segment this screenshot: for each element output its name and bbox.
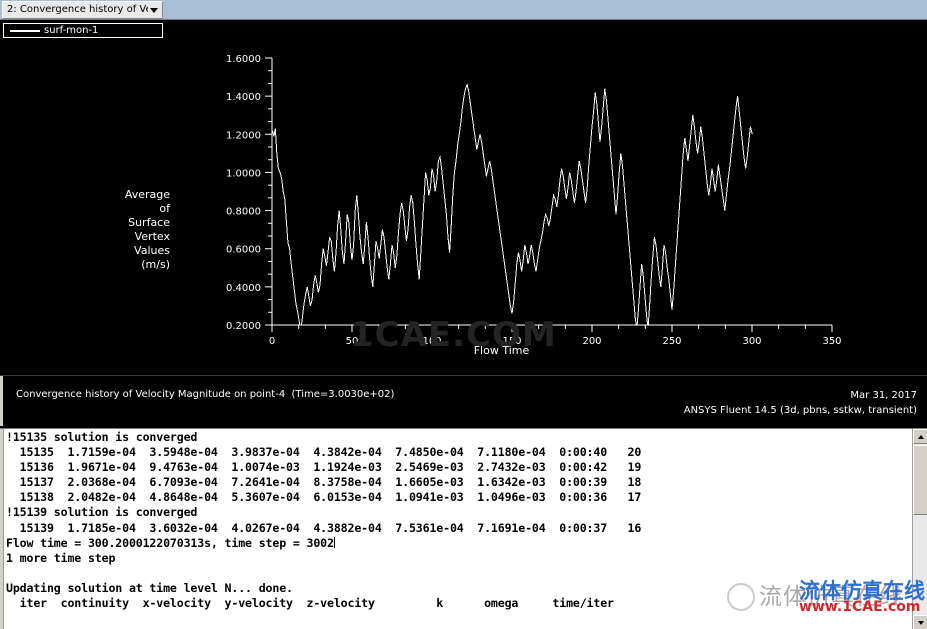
svg-text:1.6000: 1.6000 xyxy=(226,54,261,65)
console-line: Flow time = 300.2000122070313s, time ste… xyxy=(6,535,335,550)
console-caret xyxy=(333,536,335,548)
chevron-down-icon[interactable] xyxy=(148,3,160,17)
plot-footer: Convergence history of Velocity Magnitud… xyxy=(0,375,927,426)
svg-text:0.4000: 0.4000 xyxy=(226,283,261,294)
graphics-area[interactable]: surf-mon-1 Average of Surface Vertex Val… xyxy=(0,20,927,375)
convergence-plot: 0.2000 0.4000 0.6000 0.8000 1.0000 1.2000 1.40… xyxy=(226,54,842,347)
scroll-up-button[interactable] xyxy=(913,429,927,444)
svg-text:0.2000: 0.2000 xyxy=(226,321,261,332)
plot-axes xyxy=(271,58,832,326)
svg-text:0.8000: 0.8000 xyxy=(226,207,261,218)
console-line: iter continuity x-velocity y-velocity z-… xyxy=(6,596,614,611)
x-axis-title: Flow Time xyxy=(0,344,927,357)
svg-text:1.2000: 1.2000 xyxy=(226,130,261,141)
series-surf-mon-1 xyxy=(272,83,753,325)
graphics-window-selector[interactable]: 2: Convergence history of Ve xyxy=(2,1,163,19)
console-line: 15135 1.7159e-04 3.5948e-04 3.9837e-04 4… xyxy=(6,445,642,460)
console-left-rail xyxy=(0,429,4,629)
footer-left-edge xyxy=(0,376,3,426)
scroll-down-button[interactable] xyxy=(913,615,927,629)
console-line: 15138 2.0482e-04 4.8648e-04 5.3607e-04 6… xyxy=(6,490,642,505)
footer-solver-version: ANSYS Fluent 14.5 (3d, pbns, sstkw, tran… xyxy=(683,405,917,416)
x-axis-title-text: Flow Time xyxy=(473,344,530,357)
window-titlebar: 2: Convergence history of Ve xyxy=(0,0,927,20)
y-axis-ticks: 0.2000 0.4000 0.6000 0.8000 1.0000 1.2000 1.40… xyxy=(226,54,272,332)
console-line: 15139 1.7185e-04 3.6032e-04 4.0267e-04 4… xyxy=(6,520,642,535)
text-console[interactable]: !15135 solution is converged 15135 1.715… xyxy=(0,428,927,629)
console-line: !15139 solution is converged xyxy=(6,505,198,520)
console-line: 15137 2.0368e-04 6.7093e-04 7.2641e-04 8… xyxy=(6,475,642,490)
footer-plot-title: Convergence history of Velocity Magnitud… xyxy=(16,389,395,400)
console-line: !15135 solution is converged xyxy=(6,430,198,444)
fluent-window: 2: Convergence history of Ve surf-mon-1 … xyxy=(0,0,927,629)
scrollbar-thumb[interactable] xyxy=(913,445,927,515)
svg-text:1.0000: 1.0000 xyxy=(226,168,261,179)
console-line: 15136 1.9671e-04 9.4763e-04 1.0074e-03 1… xyxy=(6,460,642,475)
console-line: Updating solution at time level N... don… xyxy=(6,580,293,595)
footer-date: Mar 31, 2017 xyxy=(850,390,917,401)
console-line: 1 more time step xyxy=(6,550,116,565)
graphics-window-selector-value: 2: Convergence history of Ve xyxy=(7,4,148,15)
console-output: !15135 solution is converged 15135 1.715… xyxy=(6,430,911,611)
svg-text:1.4000: 1.4000 xyxy=(226,92,261,103)
svg-text:0.6000: 0.6000 xyxy=(226,245,261,256)
console-scrollbar[interactable] xyxy=(912,429,927,629)
